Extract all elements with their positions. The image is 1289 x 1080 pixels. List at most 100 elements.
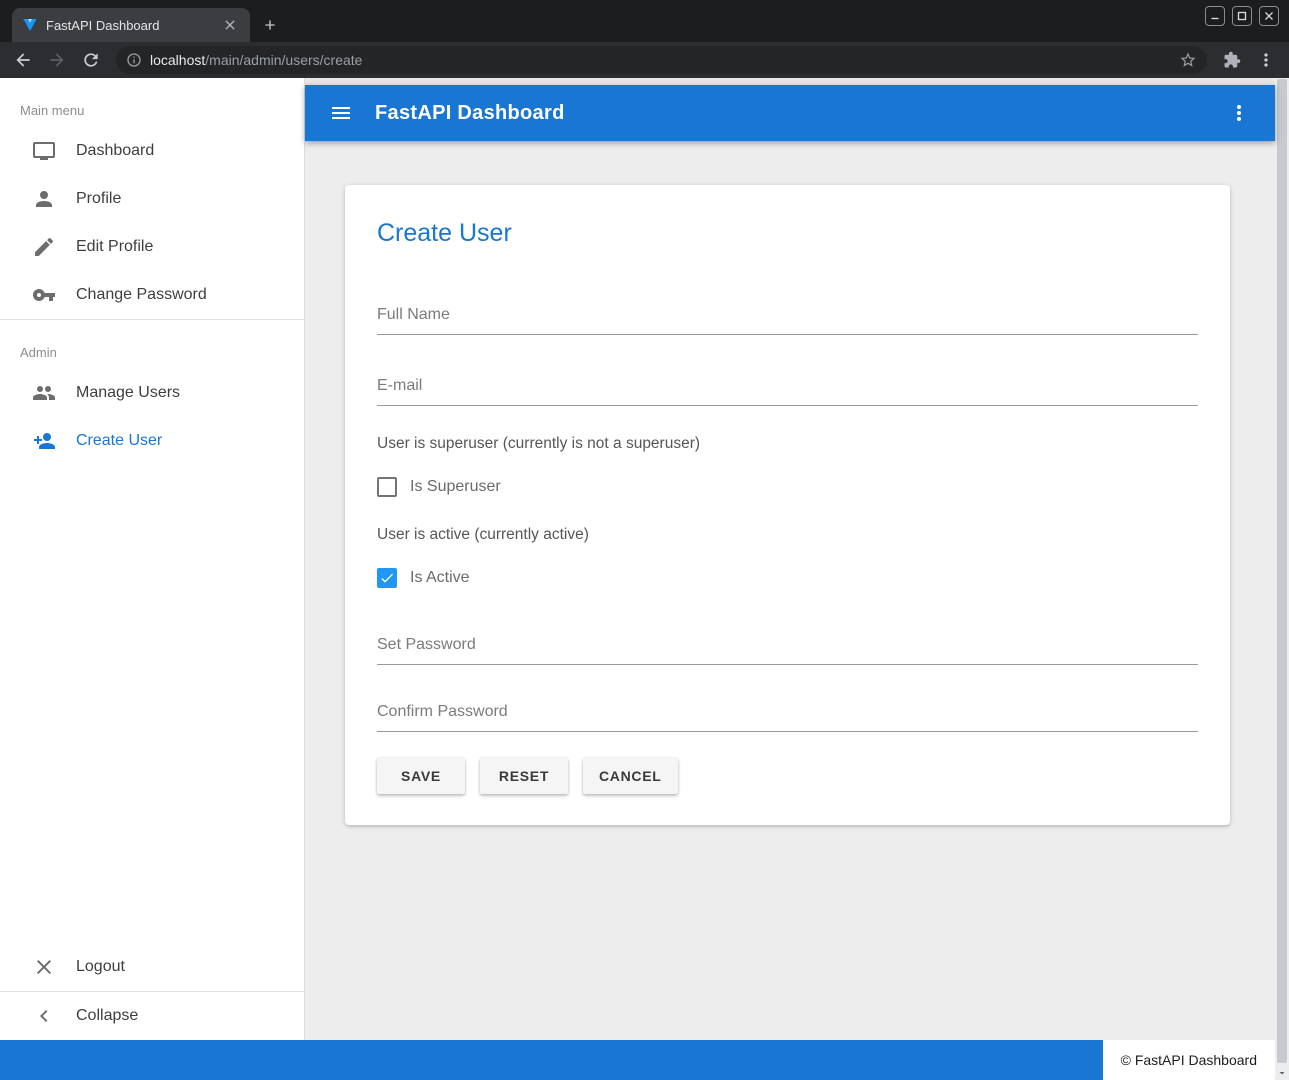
maximize-button[interactable]: [1232, 6, 1252, 26]
person-icon: [32, 187, 56, 211]
sidebar-item-label: Logout: [76, 958, 125, 976]
arrow-left-icon: [13, 50, 33, 70]
browser-tab[interactable]: FastAPI Dashboard: [12, 8, 250, 42]
forward-button[interactable]: [42, 46, 72, 74]
sidebar-item-change-password[interactable]: Change Password: [0, 271, 304, 319]
main-area: FastAPI Dashboard Create User: [305, 78, 1275, 1040]
new-tab-button[interactable]: [260, 15, 280, 35]
reload-button[interactable]: [76, 46, 106, 74]
star-icon: [1179, 51, 1197, 69]
pencil-icon: [32, 235, 56, 259]
kebab-menu-icon: [1227, 101, 1251, 125]
kebab-menu-icon: [1256, 50, 1276, 70]
footer-bar: [0, 1040, 1103, 1080]
tab-title: FastAPI Dashboard: [46, 18, 212, 33]
key-icon: [32, 283, 56, 307]
sidebar-item-logout[interactable]: Logout: [0, 943, 304, 991]
close-icon: [1264, 11, 1274, 21]
appbar-gap: [305, 78, 1275, 85]
sidebar-item-label: Change Password: [76, 286, 207, 304]
full-name-field: [377, 298, 1198, 335]
browser-toolbar: localhost/main/admin/users/create: [0, 42, 1289, 78]
checkbox-label: Is Superuser: [410, 478, 501, 496]
tab-strip: FastAPI Dashboard: [0, 0, 1289, 42]
save-button[interactable]: SAVE: [377, 758, 465, 794]
sidebar-section-header-admin: Admin: [0, 320, 304, 369]
minimize-button[interactable]: [1205, 6, 1225, 26]
email-input[interactable]: [377, 369, 1198, 406]
create-user-card: Create User User is superuser (currently…: [345, 185, 1230, 825]
url-host: localhost: [150, 52, 205, 68]
footer: © FastAPI Dashboard: [0, 1040, 1275, 1080]
sidebar-item-dashboard[interactable]: Dashboard: [0, 127, 304, 175]
tab-close-button[interactable]: [220, 15, 240, 35]
bookmark-button[interactable]: [1179, 51, 1197, 69]
set-password-field: [377, 628, 1198, 665]
dashboard-icon: [32, 139, 56, 163]
url-path: /main/admin/users/create: [205, 52, 362, 68]
cancel-button[interactable]: CANCEL: [583, 758, 678, 794]
checkbox-icon[interactable]: [377, 568, 397, 588]
sidebar-item-edit-profile[interactable]: Edit Profile: [0, 223, 304, 271]
people-icon: [32, 381, 56, 405]
arrow-right-icon: [47, 50, 67, 70]
checkbox-label: Is Active: [410, 569, 470, 587]
reset-button[interactable]: RESET: [480, 758, 568, 794]
active-hint: User is active (currently active): [377, 525, 1198, 544]
appbar-menu-button[interactable]: [1219, 93, 1259, 133]
superuser-hint: User is superuser (currently is not a su…: [377, 434, 1198, 453]
browser-chrome: FastAPI Dashboard: [0, 0, 1289, 78]
sidebar-item-label: Manage Users: [76, 384, 180, 402]
page-content: Create User User is superuser (currently…: [305, 141, 1275, 1040]
sidebar-item-label: Profile: [76, 190, 121, 208]
close-icon: [222, 17, 238, 33]
arrow-down-icon: [1276, 1067, 1288, 1079]
sidebar-item-profile[interactable]: Profile: [0, 175, 304, 223]
hamburger-icon: [329, 101, 353, 125]
checkbox-icon[interactable]: [377, 477, 397, 497]
confirm-password-field: [377, 695, 1198, 732]
appbar-title: FastAPI Dashboard: [375, 102, 565, 125]
maximize-icon: [1237, 11, 1247, 21]
sidebar-item-label: Edit Profile: [76, 238, 153, 256]
sidebar-item-collapse[interactable]: Collapse: [0, 992, 304, 1040]
page-viewport: Main menu Dashboard Profile: [0, 78, 1289, 1080]
site-info-button[interactable]: [126, 52, 142, 68]
form-actions: SAVE RESET CANCEL: [377, 758, 1198, 794]
back-button[interactable]: [8, 46, 38, 74]
email-field: [377, 369, 1198, 406]
scrollbar-down-button[interactable]: [1275, 1065, 1289, 1080]
is-superuser-checkbox[interactable]: Is Superuser: [377, 477, 1198, 497]
extensions-icon: [1223, 51, 1241, 69]
sidebar-spacer: [0, 465, 304, 943]
sidebar-item-label: Create User: [76, 432, 162, 450]
appbar: FastAPI Dashboard: [305, 85, 1275, 141]
info-icon: [126, 52, 142, 68]
nav-drawer-toggle-button[interactable]: [321, 93, 361, 133]
plus-icon: [262, 17, 278, 33]
vuetify-logo-icon: [22, 17, 38, 33]
address-bar[interactable]: localhost/main/admin/users/create: [116, 46, 1207, 74]
browser-menu-button[interactable]: [1251, 46, 1281, 74]
reload-icon: [81, 50, 101, 70]
full-name-input[interactable]: [377, 298, 1198, 335]
sidebar-item-label: Dashboard: [76, 142, 154, 160]
confirm-password-input[interactable]: [377, 695, 1198, 732]
sidebar: Main menu Dashboard Profile: [0, 78, 305, 1040]
window-controls: [1205, 6, 1279, 26]
scrollbar-thumb[interactable]: [1277, 79, 1287, 1063]
minimize-icon: [1210, 11, 1220, 21]
sidebar-item-manage-users[interactable]: Manage Users: [0, 369, 304, 417]
is-active-checkbox[interactable]: Is Active: [377, 568, 1198, 588]
url-text: localhost/main/admin/users/create: [150, 52, 1171, 68]
footer-copyright: © FastAPI Dashboard: [1103, 1040, 1275, 1080]
page-title: Create User: [377, 185, 1198, 248]
sidebar-item-create-user[interactable]: Create User: [0, 417, 304, 465]
sidebar-item-label: Collapse: [76, 1007, 138, 1025]
check-icon: [379, 570, 395, 586]
extensions-button[interactable]: [1217, 46, 1247, 74]
close-window-button[interactable]: [1259, 6, 1279, 26]
person-add-icon: [32, 429, 56, 453]
set-password-input[interactable]: [377, 628, 1198, 665]
page-scrollbar: [1275, 78, 1289, 1080]
